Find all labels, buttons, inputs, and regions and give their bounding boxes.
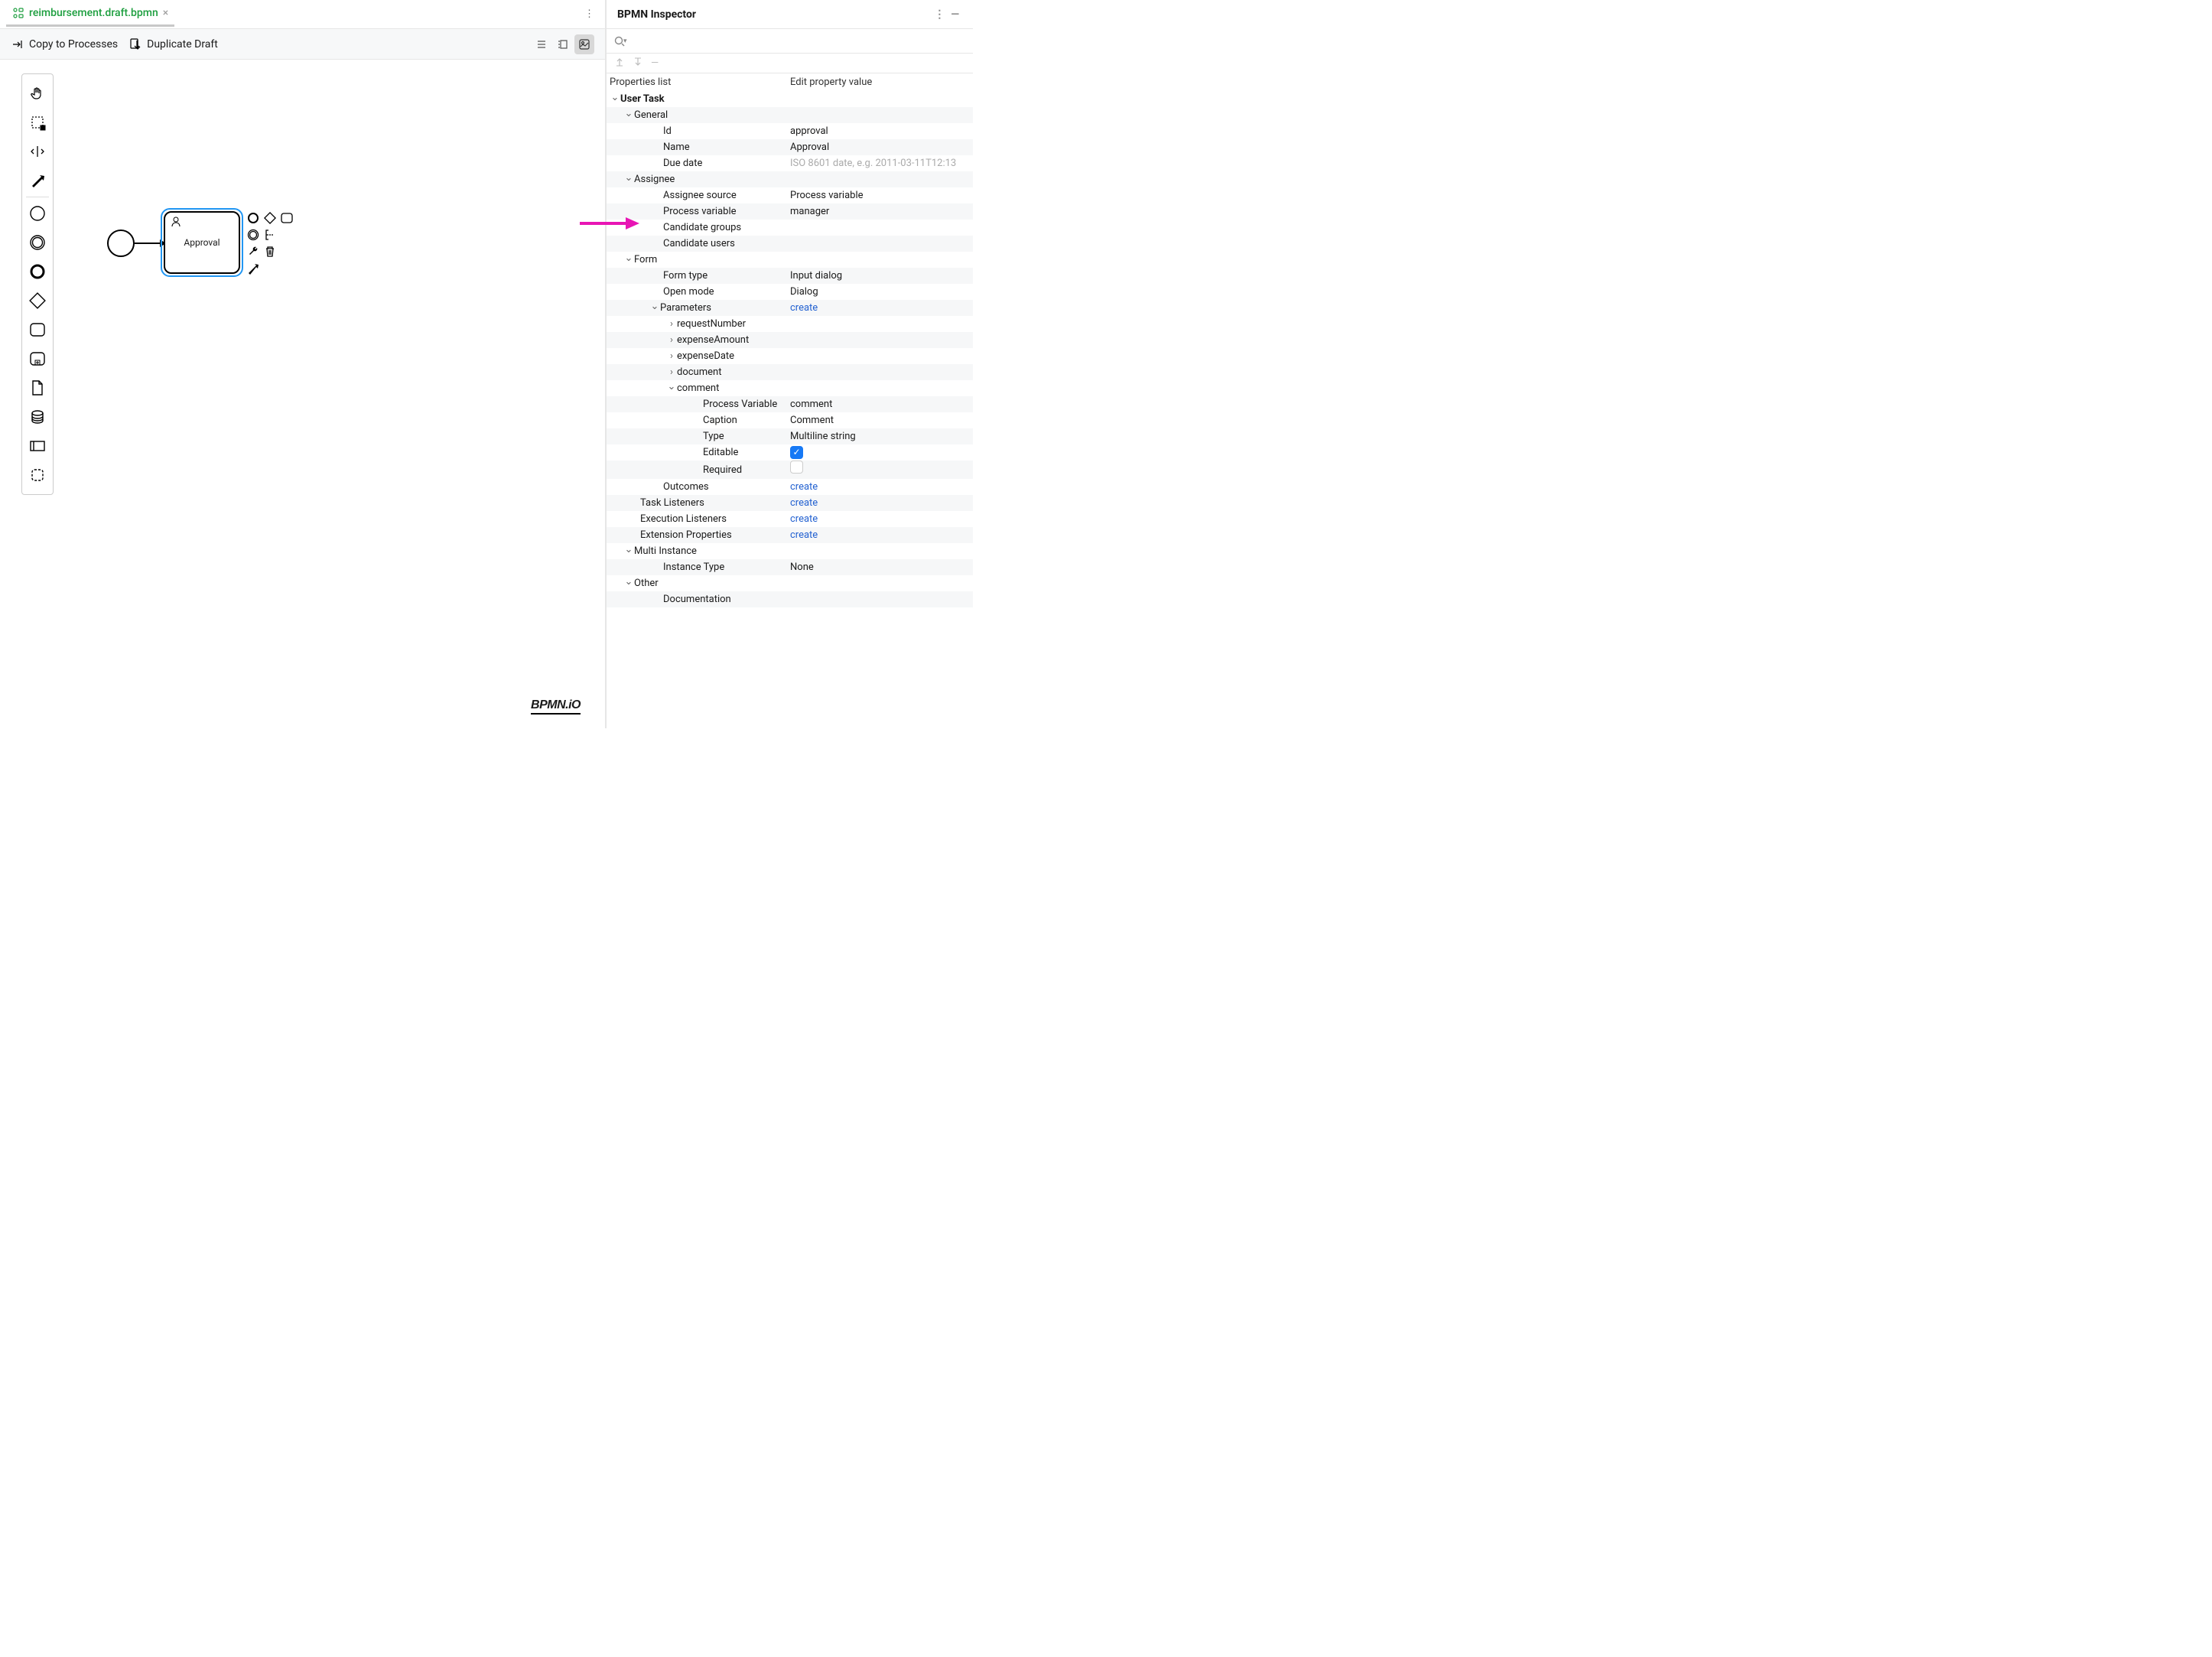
prop-other[interactable]: Other [607,575,973,591]
annotation-icon[interactable] [263,228,277,242]
prop-param-expenseamount[interactable]: expenseAmount [607,332,973,348]
prop-form[interactable]: Form [607,252,973,268]
prop-parameters[interactable]: Parameterscreate [607,300,973,316]
prop-id[interactable]: Idapproval [607,123,973,139]
group-icon[interactable] [27,464,48,486]
task-icon[interactable] [27,319,48,340]
user-task-icon [170,216,182,228]
duplicate-label: Duplicate Draft [147,38,218,50]
prop-outcomes[interactable]: Outcomescreate [607,479,973,495]
user-task-node[interactable]: Approval [164,211,240,274]
bpmn-file-icon [12,7,24,19]
inspector-menu-icon[interactable]: ⋮ [931,8,948,21]
intermediate-event-icon[interactable] [27,232,48,253]
duplicate-draft-button[interactable]: Duplicate Draft [128,37,218,51]
prop-extension-properties[interactable]: Extension Propertiescreate [607,527,973,543]
prop-param-comment[interactable]: comment [607,380,973,396]
context-pad [246,211,294,275]
inspector-nav: — [607,54,973,73]
append-intermediate-icon[interactable] [246,228,260,242]
view-split-button[interactable] [553,34,573,54]
prop-param-expensedate[interactable]: expenseDate [607,348,973,364]
prop-task-listeners[interactable]: Task Listenerscreate [607,495,973,511]
bpmn-io-watermark: BPMN.iO [531,698,581,715]
append-task-icon[interactable] [280,211,294,225]
copy-to-processes-button[interactable]: Copy to Processes [11,37,118,51]
prop-execution-listeners[interactable]: Execution Listenerscreate [607,511,973,527]
append-gateway-icon[interactable] [263,211,277,225]
pool-icon[interactable] [27,435,48,457]
prop-param-requestnumber[interactable]: requestNumber [607,316,973,332]
prop-process-variable[interactable]: Process variablemanager [607,203,973,220]
prop-comment-required[interactable]: Required [607,461,973,479]
space-tool-icon[interactable] [27,141,48,162]
inspector-header: BPMN Inspector ⋮ — [607,0,973,29]
subprocess-icon[interactable] [27,348,48,369]
view-list-button[interactable] [532,34,551,54]
inspector-pane: BPMN Inspector ⋮ — ▾ — Properties list E… [606,0,973,728]
tab-close-icon[interactable]: × [163,7,168,19]
expand-icon[interactable] [614,57,625,70]
prop-documentation[interactable]: Documentation [607,591,973,607]
prop-multi-instance[interactable]: Multi Instance [607,543,973,559]
delete-icon[interactable] [263,245,277,259]
bpmn-palette [21,73,54,495]
task-label: Approval [184,237,220,248]
start-event-node[interactable] [107,230,135,257]
prop-user-task[interactable]: User Task [607,91,973,107]
prop-candidate-users[interactable]: Candidate users [607,236,973,252]
tab-menu-icon[interactable]: ⋮ [580,8,599,20]
prop-due-date[interactable]: Due dateISO 8601 date, e.g. 2011-03-11T1… [607,155,973,171]
inspector-column-headers: Properties list Edit property value [607,73,973,91]
col-properties-label: Properties list [610,77,790,88]
tab-label: reimbursement.draft.bpmn [29,7,158,19]
wrench-icon[interactable] [246,245,260,259]
prop-candidate-groups[interactable]: Candidate groups [607,220,973,236]
inspector-minimize-icon[interactable]: — [948,8,962,21]
col-value-label: Edit property value [790,77,872,88]
tab-underline [6,24,174,27]
data-store-icon[interactable] [27,406,48,428]
prop-instance-type[interactable]: Instance TypeNone [607,559,973,575]
tab-bar: reimbursement.draft.bpmn × ⋮ [0,0,605,29]
connect-icon[interactable] [246,262,260,275]
data-object-icon[interactable] [27,377,48,399]
editor-toolbar: Copy to Processes Duplicate Draft [0,29,605,60]
hand-tool-icon[interactable] [27,83,48,104]
file-tab[interactable]: reimbursement.draft.bpmn × [6,0,174,28]
view-diagram-button[interactable] [574,34,594,54]
append-end-event-icon[interactable] [246,211,260,225]
copy-icon [11,37,24,51]
prop-assignee-source[interactable]: Assignee sourceProcess variable [607,187,973,203]
prop-form-type[interactable]: Form typeInput dialog [607,268,973,284]
required-checkbox[interactable] [790,461,803,474]
gateway-icon[interactable] [27,290,48,311]
prop-assignee[interactable]: Assignee [607,171,973,187]
prop-comment-caption[interactable]: CaptionComment [607,412,973,428]
copy-label: Copy to Processes [29,38,118,50]
editable-checkbox[interactable]: ✓ [790,446,803,459]
prop-general[interactable]: General [607,107,973,123]
inspector-search[interactable]: ▾ [607,29,973,54]
property-tree: User Task General Idapproval NameApprova… [607,91,973,728]
inspector-title: BPMN Inspector [617,8,696,21]
prop-param-document[interactable]: document [607,364,973,380]
start-event-icon[interactable] [27,203,48,224]
prop-open-mode[interactable]: Open modeDialog [607,284,973,300]
prop-comment-type[interactable]: TypeMultiline string [607,428,973,444]
prop-comment-editable[interactable]: Editable✓ [607,444,973,461]
editor-pane: reimbursement.draft.bpmn × ⋮ Copy to Pro… [0,0,606,728]
connect-tool-icon[interactable] [27,170,48,191]
collapse-icon[interactable] [633,57,643,70]
search-dropdown-icon[interactable]: ▾ [623,37,627,45]
prop-name-field[interactable]: NameApproval [607,139,973,155]
sequence-flow[interactable] [135,243,165,244]
bpmn-canvas[interactable]: Approval [0,60,605,728]
duplicate-icon [128,37,142,51]
divider-icon: — [651,57,659,69]
lasso-tool-icon[interactable] [27,112,48,133]
prop-comment-pv[interactable]: Process Variablecomment [607,396,973,412]
end-event-icon[interactable] [27,261,48,282]
